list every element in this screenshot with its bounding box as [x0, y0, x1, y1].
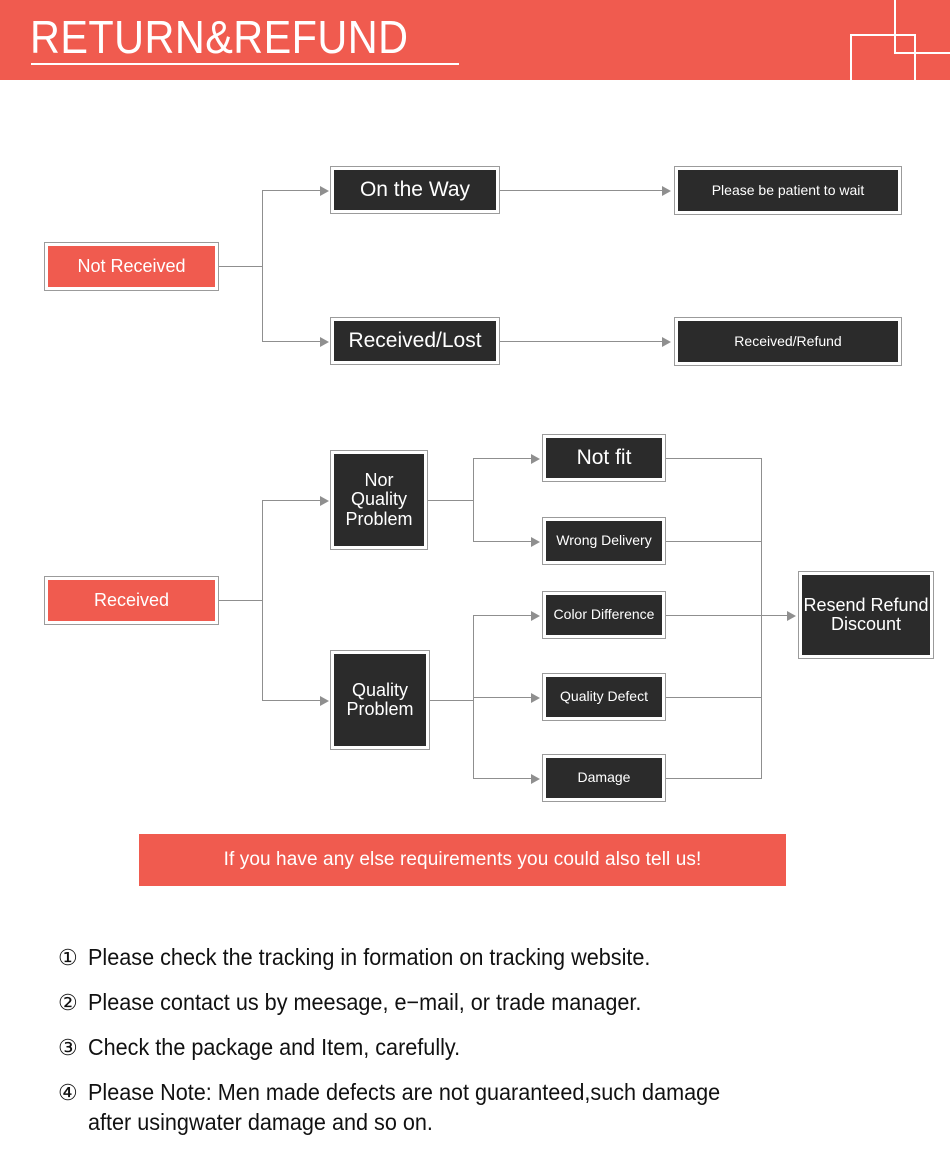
node-received-lost-label: Received/Lost	[334, 321, 496, 361]
arrow-to-received-lost	[320, 337, 329, 347]
connector-nor-quality-rail	[473, 458, 474, 542]
connector-to-quality-problem	[262, 700, 320, 701]
node-nor-quality-problem[interactable]: Nor Quality Problem	[330, 450, 428, 550]
note-item: ① Please check the tracking in formation…	[58, 938, 928, 977]
connector-to-damage	[473, 778, 531, 779]
node-received-refund-label: Received/Refund	[678, 321, 898, 362]
merge-from-color-difference	[666, 615, 762, 616]
decorative-square-bottom	[850, 34, 916, 96]
node-please-be-patient-label: Please be patient to wait	[678, 170, 898, 211]
arrow-to-outcome	[787, 611, 796, 621]
node-damage-label: Damage	[546, 758, 662, 798]
arrow-to-received-refund	[662, 337, 671, 347]
arrow-to-damage	[531, 774, 540, 784]
node-quality-problem[interactable]: Quality Problem	[330, 650, 430, 750]
connector-to-nor-quality-problem	[262, 500, 320, 501]
node-color-difference[interactable]: Color Difference	[542, 591, 666, 639]
merge-from-not-fit	[666, 458, 762, 459]
node-quality-problem-label: Quality Problem	[334, 654, 426, 746]
node-not-received-label: Not Received	[48, 246, 215, 287]
note-item: ③ Check the package and Item, carefully.	[58, 1028, 928, 1067]
note-text: Please contact us by meesage, e−mail, or…	[88, 989, 642, 1015]
node-received[interactable]: Received	[44, 576, 219, 625]
connector-on-the-way-to-action	[500, 190, 662, 191]
node-not-received[interactable]: Not Received	[44, 242, 219, 291]
arrow-to-quality-problem	[320, 696, 329, 706]
title-underline	[31, 63, 459, 65]
note-number: ①	[58, 945, 78, 970]
node-resend-refund-discount-label: Resend Refund Discount	[802, 575, 930, 655]
page-header: RETURN&REFUND	[0, 0, 950, 96]
node-on-the-way[interactable]: On the Way	[330, 166, 500, 214]
connector-to-outcome	[761, 615, 787, 616]
connector-received-rail	[262, 500, 263, 701]
connector-to-not-fit	[473, 458, 531, 459]
node-color-difference-label: Color Difference	[546, 595, 662, 635]
merge-from-quality-defect	[666, 697, 762, 698]
note-item: ② Please contact us by meesage, e−mail, …	[58, 983, 928, 1022]
arrow-to-not-fit	[531, 454, 540, 464]
arrow-to-please-wait	[662, 186, 671, 196]
node-received-lost[interactable]: Received/Lost	[330, 317, 500, 365]
note-text: Please Note: Men made defects are not gu…	[88, 1079, 721, 1135]
requirements-banner-text: If you have any else requirements you co…	[223, 849, 702, 870]
node-wrong-delivery-label: Wrong Delivery	[546, 521, 662, 561]
node-quality-defect[interactable]: Quality Defect	[542, 673, 666, 721]
note-number: ②	[58, 990, 78, 1015]
merge-rail	[761, 458, 762, 779]
connector-to-color-difference	[473, 615, 531, 616]
note-number: ③	[58, 1035, 78, 1060]
connector-to-on-the-way	[262, 190, 320, 191]
connector-not-received-rail	[262, 190, 263, 342]
connector-nor-quality-stem	[428, 500, 474, 501]
arrow-to-quality-defect	[531, 693, 540, 703]
page-title: RETURN&REFUND	[30, 11, 409, 63]
connector-to-received-lost	[262, 341, 320, 342]
node-received-label: Received	[48, 580, 215, 621]
arrow-to-color-difference	[531, 611, 540, 621]
notes-list: ① Please check the tracking in formation…	[58, 938, 928, 1143]
node-not-fit-label: Not fit	[546, 438, 662, 478]
node-received-refund[interactable]: Received/Refund	[674, 317, 902, 366]
merge-from-damage	[666, 778, 762, 779]
connector-not-received-stem	[219, 266, 263, 267]
requirements-banner: If you have any else requirements you co…	[139, 834, 786, 886]
node-wrong-delivery[interactable]: Wrong Delivery	[542, 517, 666, 565]
connector-to-quality-defect	[473, 697, 531, 698]
arrow-to-nor-quality-problem	[320, 496, 329, 506]
connector-to-wrong-delivery	[473, 541, 531, 542]
return-refund-infographic: RETURN&REFUND Not Received On the Way Pl…	[0, 0, 950, 1173]
note-text: Check the package and Item, carefully.	[88, 1034, 461, 1060]
merge-from-wrong-delivery	[666, 541, 762, 542]
connector-quality-stem	[430, 700, 474, 701]
node-resend-refund-discount[interactable]: Resend Refund Discount	[798, 571, 934, 659]
connector-received-lost-to-action	[500, 341, 662, 342]
node-nor-quality-problem-label: Nor Quality Problem	[334, 454, 424, 546]
node-on-the-way-label: On the Way	[334, 170, 496, 210]
node-quality-defect-label: Quality Defect	[546, 677, 662, 717]
arrow-to-wrong-delivery	[531, 537, 540, 547]
node-please-be-patient[interactable]: Please be patient to wait	[674, 166, 902, 215]
note-text: Please check the tracking in formation o…	[88, 944, 651, 970]
arrow-to-on-the-way	[320, 186, 329, 196]
node-damage[interactable]: Damage	[542, 754, 666, 802]
node-not-fit[interactable]: Not fit	[542, 434, 666, 482]
note-item: ④ Please Note: Men made defects are not …	[58, 1073, 928, 1137]
connector-received-stem	[219, 600, 263, 601]
note-number: ④	[58, 1080, 78, 1105]
